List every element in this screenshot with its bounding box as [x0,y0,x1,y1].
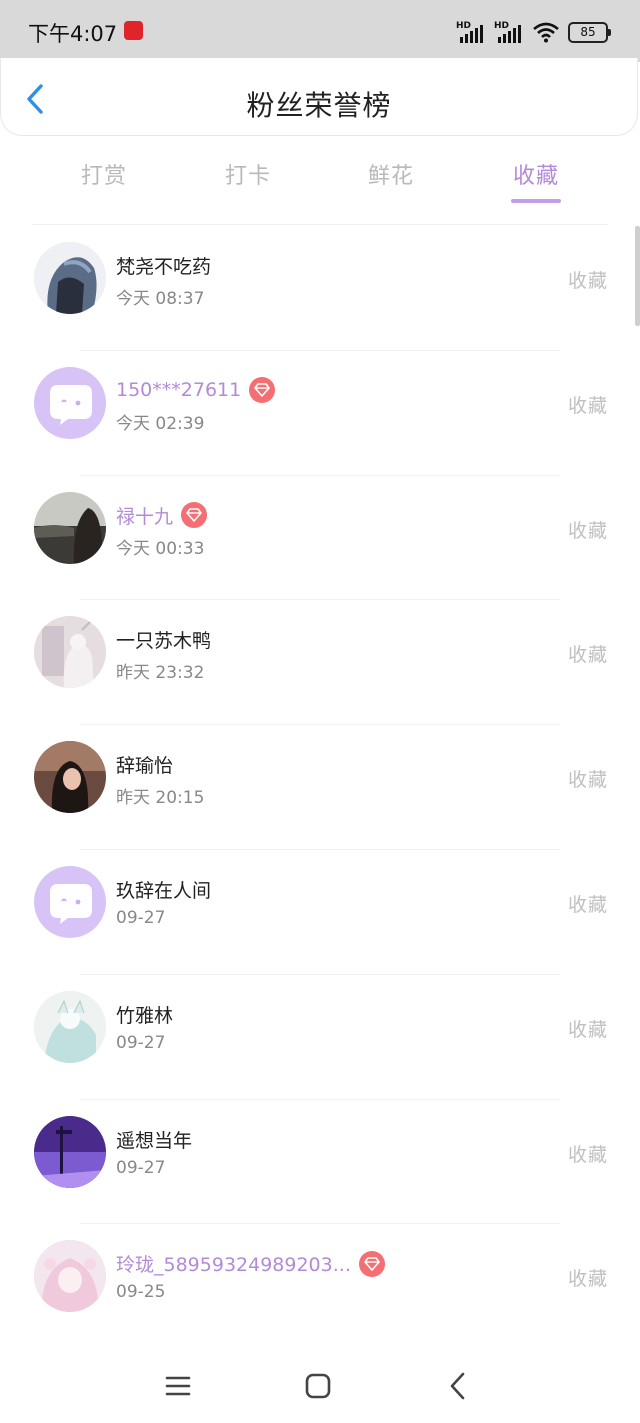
default-avatar[interactable] [34,865,106,938]
user-name: 梵尧不吃药 [116,256,212,278]
header: 粉丝荣誉榜 [0,58,638,136]
vip-diamond-icon [358,1250,385,1277]
avatar[interactable] [34,491,106,564]
list-item[interactable]: 竹雅林 09-27 收藏 [0,975,640,1100]
action-label: 收藏 [567,893,608,916]
user-name: 禄十九 [116,505,174,528]
list-item[interactable]: 禄十九 今天 00:33 收藏 [0,476,640,601]
action-label: 收藏 [567,394,608,417]
avatar[interactable] [34,616,106,689]
timestamp: 09-25 [116,1282,166,1303]
vip-diamond-icon [249,376,276,403]
status-indicators: HD HD 85 [456,20,611,44]
battery-icon: 85 [568,21,611,43]
action-label: 收藏 [567,270,608,292]
menu-icon[interactable] [160,1368,196,1404]
vip-diamond-icon [181,502,208,529]
timestamp: 今天 08:37 [116,289,205,309]
list-item[interactable]: 遥想当年 09-27 收藏 [0,1100,640,1225]
tab-favorites[interactable]: 收藏 [471,158,601,190]
status-bar: 下午4:07 HD HD 85 [0,0,640,62]
user-name: 玖辞在人间 [116,879,212,902]
action-label: 收藏 [567,769,608,792]
timestamp: 09-27 [116,907,166,928]
avatar[interactable] [34,242,106,314]
timestamp: 今天 00:33 [116,538,205,559]
timestamp: 昨天 23:32 [116,663,205,684]
list-item[interactable]: 玲珑_58959324989203... 09-25 收藏 [0,1224,640,1349]
signal-icon: HD [456,21,486,43]
page-title: 粉丝荣誉榜 [246,89,392,122]
user-name: 遥想当年 [116,1129,193,1152]
list-item[interactable]: 一只苏木鸭 昨天 23:32 收藏 [0,600,640,726]
action-label: 收藏 [567,1143,608,1166]
chat-bubble-icon [50,384,92,425]
list-item[interactable]: 150***27611 今天 02:39 收藏 [0,351,640,476]
active-tab-indicator [511,199,561,203]
default-avatar[interactable] [34,366,106,439]
timestamp: 昨天 20:15 [116,788,205,809]
timestamp: 09-27 [116,1157,166,1178]
user-name: 辞瑜怡 [116,755,174,778]
app-notification-icon [124,21,143,40]
fan-list: 梵尧不吃药 今天 08:37 收藏 150***27611 今天 02:39 收… [0,226,640,1349]
timestamp: 今天 02:39 [116,413,205,434]
list-item[interactable]: 玖辞在人间 09-27 收藏 [0,850,640,975]
scrollbar-thumb[interactable] [635,226,640,326]
home-icon[interactable] [300,1368,336,1404]
status-time: 下午4:07 [28,22,118,46]
tab-checkin[interactable]: 打卡 [183,158,313,190]
user-name: 150***27611 [116,378,242,401]
system-nav-bar [0,1350,640,1423]
tab-reward[interactable]: 打赏 [39,158,169,190]
tab-bar: 打赏 打卡 鲜花 收藏 [32,150,608,210]
wifi-icon [533,22,559,43]
user-name: 玲珑_58959324989203... [116,1254,351,1277]
list-item[interactable]: 梵尧不吃药 今天 08:37 收藏 [0,226,640,351]
tab-flowers[interactable]: 鲜花 [326,158,456,190]
action-label: 收藏 [567,1018,608,1041]
action-label: 收藏 [567,1268,608,1291]
tabs-divider [32,224,608,225]
user-name: 一只苏木鸭 [116,630,212,653]
signal-icon: HD [494,21,524,43]
timestamp: 09-27 [116,1032,166,1053]
list-item[interactable]: 辞瑜怡 昨天 20:15 收藏 [0,725,640,850]
avatar[interactable] [34,1115,106,1188]
user-name: 竹雅林 [116,1004,174,1027]
avatar[interactable] [34,741,106,814]
back-nav-icon[interactable] [440,1368,476,1404]
action-label: 收藏 [567,644,608,667]
avatar[interactable] [34,990,106,1063]
chat-bubble-icon [50,883,92,924]
avatar[interactable] [34,1240,106,1313]
action-label: 收藏 [567,519,608,542]
